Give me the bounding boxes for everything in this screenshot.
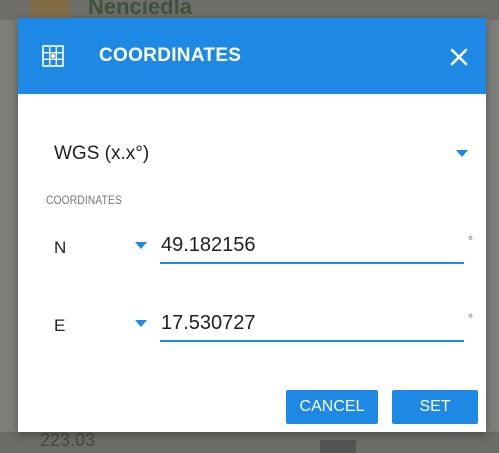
- longitude-degree-unit: °: [468, 311, 474, 326]
- close-icon[interactable]: [448, 46, 470, 68]
- coordinate-system-value: WGS (x.x°): [54, 143, 150, 164]
- dropdown-arrow-icon: [135, 320, 147, 327]
- background-app-header: [0, 0, 499, 20]
- background-top-text: Nenciedla: [88, 0, 192, 14]
- grid-icon: [42, 45, 64, 67]
- longitude-hemisphere-letter: E: [54, 316, 66, 335]
- latitude-row: N °: [18, 224, 486, 268]
- coordinate-system-select[interactable]: WGS (x.x°): [54, 140, 468, 168]
- background-block: [320, 440, 356, 453]
- longitude-input[interactable]: [160, 306, 464, 342]
- background-bottom-text: 223.03: [40, 430, 96, 450]
- background-marker-icon: [30, 0, 70, 18]
- latitude-hemisphere-letter: N: [54, 238, 67, 257]
- longitude-hemisphere-dropdown[interactable]: [130, 312, 154, 336]
- dialog-titlebar: COORDINATES: [18, 18, 486, 94]
- longitude-row: E °: [18, 302, 486, 346]
- dropdown-arrow-icon: [456, 150, 468, 157]
- coordinates-dialog: COORDINATES WGS (x.x°) COORDINATES N ° E…: [18, 18, 486, 432]
- latitude-degree-unit: °: [468, 233, 474, 248]
- set-button[interactable]: SET: [392, 390, 478, 424]
- latitude-hemisphere-dropdown[interactable]: [130, 234, 154, 258]
- dropdown-arrow-icon: [135, 242, 147, 249]
- latitude-input[interactable]: [160, 228, 464, 264]
- cancel-button[interactable]: CANCEL: [286, 390, 378, 424]
- dialog-title: COORDINATES: [99, 45, 242, 66]
- coordinates-section-label: COORDINATES: [46, 193, 122, 207]
